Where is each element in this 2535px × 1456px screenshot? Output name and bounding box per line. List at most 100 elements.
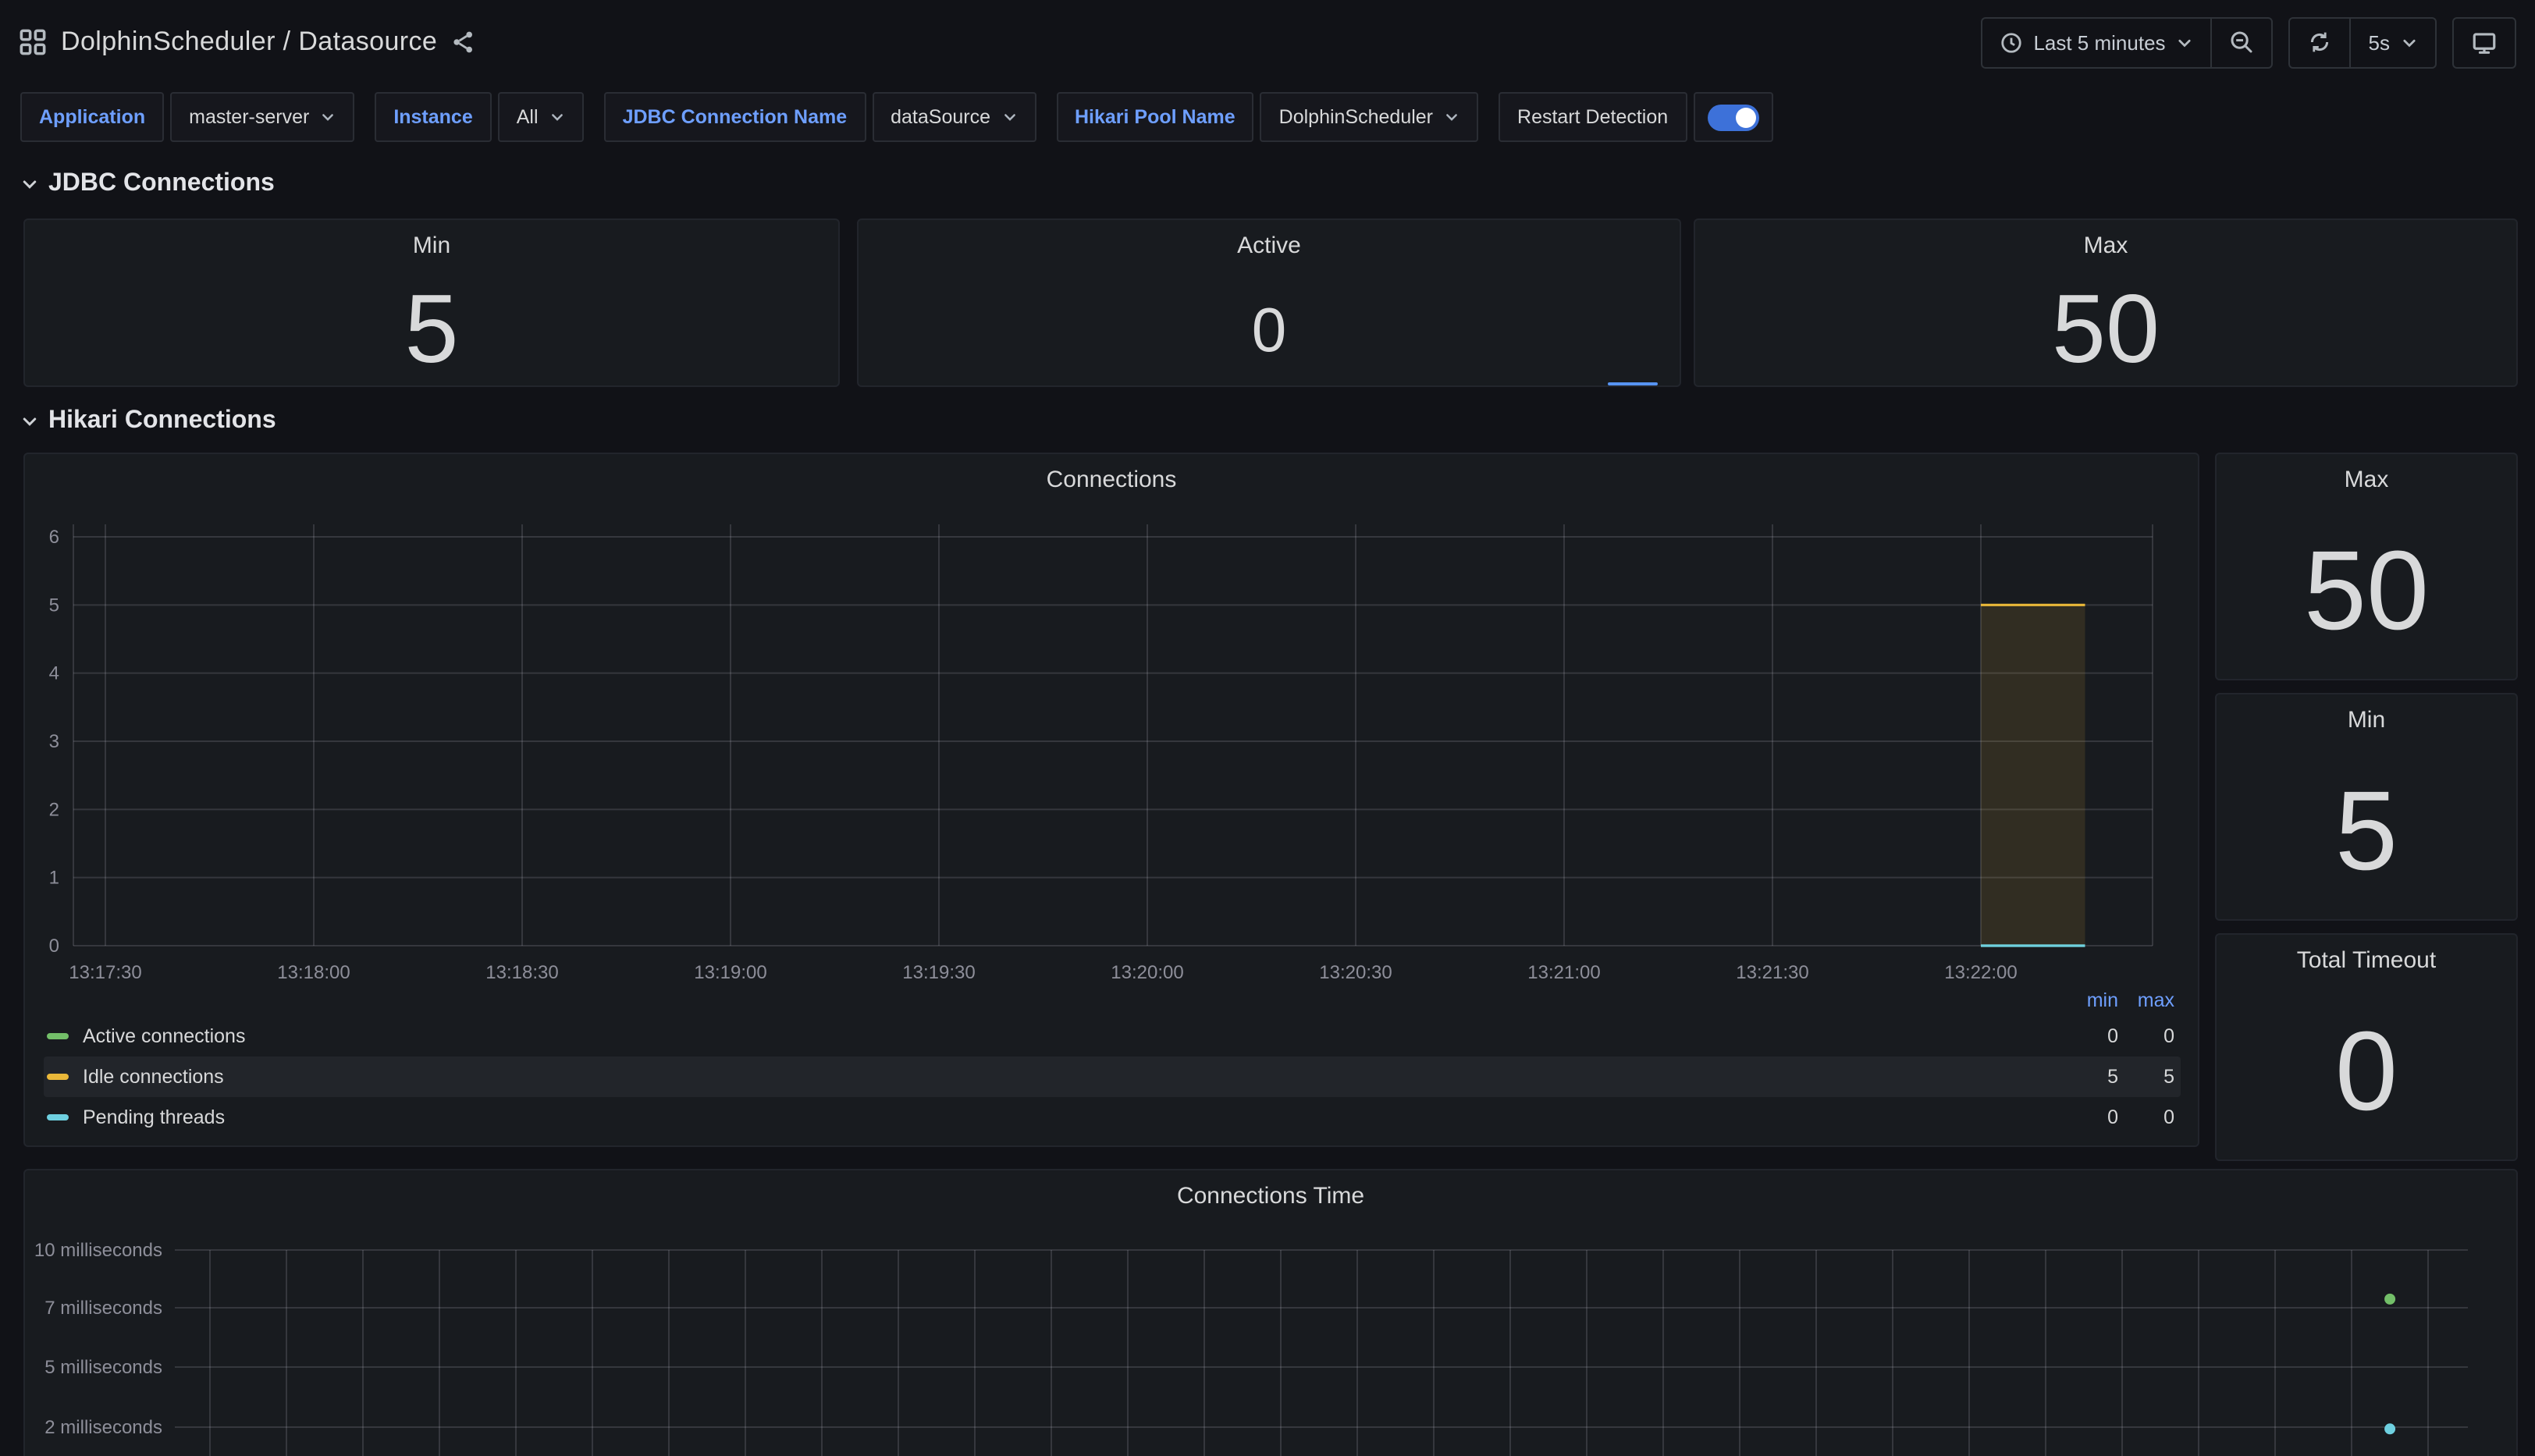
variable-application: Application master-server	[20, 92, 354, 142]
y-tick-label: 2 milliseconds	[44, 1417, 162, 1438]
legend-value: 0	[2062, 1025, 2118, 1047]
variable-label: JDBC Connection Name	[604, 92, 866, 142]
x-tick-label: 13:19:30	[902, 962, 975, 983]
chevron-down-icon	[2177, 34, 2194, 51]
stat-value: 50	[2217, 535, 2516, 648]
dashboard-variables-row: Application master-server Instance All J…	[20, 92, 1772, 142]
time-range-picker[interactable]: Last 5 minutes	[1982, 18, 2210, 66]
toolbar-actions: Last 5 minutes	[1980, 16, 2516, 68]
section-title: JDBC Connections	[48, 170, 275, 198]
section-title: Hikari Connections	[48, 407, 276, 435]
variable-value-dropdown[interactable]: DolphinScheduler	[1260, 92, 1478, 142]
x-tick-label: 13:21:30	[1736, 962, 1808, 983]
stat-panel-total-timeout[interactable]: Total Timeout 0	[2215, 933, 2518, 1161]
grafana-dashboard: DolphinScheduler / Datasource Last 5 min…	[0, 0, 2535, 1456]
legend-value: 0	[2118, 1025, 2174, 1047]
stat-title: Max	[1695, 233, 2516, 259]
stat-panel-hikari-min[interactable]: Min 5	[2215, 693, 2518, 921]
x-tick-label: 13:22:00	[1944, 962, 2017, 983]
variable-jdbc-connection-name: JDBC Connection Name dataSource	[604, 92, 1036, 142]
x-tick-label: 13:17:30	[69, 962, 141, 983]
restart-detection-toggle[interactable]	[1693, 92, 1772, 142]
variable-value-dropdown[interactable]: dataSource	[872, 92, 1036, 142]
refresh-button[interactable]	[2291, 18, 2350, 66]
x-tick-label: 13:19:00	[694, 962, 766, 983]
y-tick-label: 7 milliseconds	[44, 1298, 162, 1319]
legend-sort-min[interactable]: min	[2062, 989, 2118, 1011]
legend-series-swatch	[47, 1114, 69, 1120]
variable-value-dropdown[interactable]: master-server	[170, 92, 354, 142]
legend-sort-max[interactable]: max	[2118, 989, 2174, 1011]
x-tick-label: 13:18:00	[277, 962, 350, 983]
refresh-interval-label: 5s	[2369, 30, 2390, 54]
page-title: DolphinScheduler / Datasource	[61, 27, 437, 58]
stat-panel-jdbc-active[interactable]: Active 0	[857, 218, 1681, 387]
variable-label: Hikari Pool Name	[1056, 92, 1254, 142]
legend-series-label[interactable]: Active connections	[44, 1025, 245, 1047]
monitor-icon	[2471, 29, 2498, 55]
stat-panel-hikari-max[interactable]: Max 50	[2215, 453, 2518, 680]
toggle-pill	[1707, 104, 1758, 130]
y-tick-label: 6	[49, 527, 59, 548]
connections-time-chart: 10 milliseconds 7 milliseconds 5 milliseco…	[25, 1170, 2519, 1456]
chevron-down-icon	[1001, 109, 1017, 125]
stat-value: 5	[25, 282, 838, 379]
share-icon[interactable]	[451, 30, 476, 55]
stat-panel-jdbc-min[interactable]: Min 5	[23, 218, 840, 387]
variable-label: Application	[20, 92, 164, 142]
legend-row: Active connections 00	[44, 1016, 2181, 1056]
connections-time-chart-panel[interactable]: Connections Time 10 milliseconds7 millis…	[23, 1169, 2518, 1456]
chart-title: Connections	[25, 467, 2198, 493]
variable-hikari-pool-name: Hikari Pool Name DolphinScheduler	[1056, 92, 1478, 142]
legend-series-label[interactable]: Pending threads	[44, 1106, 225, 1128]
y-tick-label: 2	[49, 799, 59, 820]
stat-panel-jdbc-max[interactable]: Max 50	[1694, 218, 2518, 387]
chevron-down-icon	[20, 412, 39, 431]
y-tick-label: 1	[49, 868, 59, 889]
section-jdbc-connections[interactable]: JDBC Connections	[20, 170, 275, 198]
stat-title: Active	[859, 233, 1680, 259]
scatter-point	[2384, 1294, 2395, 1305]
y-tick-label: 5 milliseconds	[44, 1357, 162, 1378]
stat-sparkline	[1608, 382, 1658, 385]
kiosk-mode-button[interactable]	[2452, 16, 2516, 68]
legend-value: 0	[2118, 1106, 2174, 1128]
top-navigation-bar: DolphinScheduler / Datasource Last 5 min…	[0, 0, 2535, 84]
legend-series-label[interactable]: Idle connections	[44, 1066, 224, 1088]
x-tick-label: 13:20:30	[1319, 962, 1392, 983]
legend-series-swatch	[47, 1074, 69, 1080]
legend-row: Idle connections55	[44, 1056, 2181, 1097]
connections-chart-panel[interactable]: Connections 0 1 2 3 4 5 6 13:17:30 13:18:00 13:18…	[23, 453, 2199, 1147]
legend-value: 5	[2118, 1066, 2174, 1088]
restart-detection-label: Restart Detection	[1499, 92, 1687, 142]
restart-detection-control: Restart Detection	[1499, 92, 1772, 142]
stat-title: Max	[2217, 467, 2516, 493]
chevron-down-icon	[2401, 34, 2418, 51]
refresh-interval-picker[interactable]: 5s	[2350, 18, 2435, 66]
chart-legend: minmaxActive connections00Idle connectio…	[44, 985, 2181, 1138]
chevron-down-icon	[549, 109, 565, 125]
stat-value: 5	[2217, 776, 2516, 888]
variable-value-dropdown[interactable]: All	[498, 92, 584, 142]
toggle-knob	[1735, 107, 1755, 127]
zoom-out-icon	[2230, 30, 2255, 55]
y-tick-label: 0	[49, 936, 59, 957]
y-tick-label: 4	[49, 663, 59, 684]
x-tick-label: 13:18:30	[485, 962, 558, 983]
variable-instance: Instance All	[375, 92, 583, 142]
section-hikari-connections[interactable]: Hikari Connections	[20, 407, 276, 435]
variable-label: Instance	[375, 92, 491, 142]
chevron-down-icon	[20, 175, 39, 194]
series-area	[1981, 605, 2085, 946]
breadcrumb: DolphinScheduler / Datasource	[19, 27, 476, 58]
y-tick-label: 3	[49, 731, 59, 752]
chevron-down-icon	[320, 109, 336, 125]
y-tick-label: 10 milliseconds	[34, 1240, 162, 1261]
clock-icon	[1999, 30, 2022, 54]
apps-grid-icon[interactable]	[19, 28, 47, 56]
stat-value: 0	[859, 300, 1680, 362]
legend-row: Pending threads00	[44, 1097, 2181, 1138]
stat-value: 50	[1695, 282, 2516, 379]
x-tick-label: 13:21:00	[1527, 962, 1600, 983]
zoom-out-button[interactable]	[2211, 18, 2272, 66]
